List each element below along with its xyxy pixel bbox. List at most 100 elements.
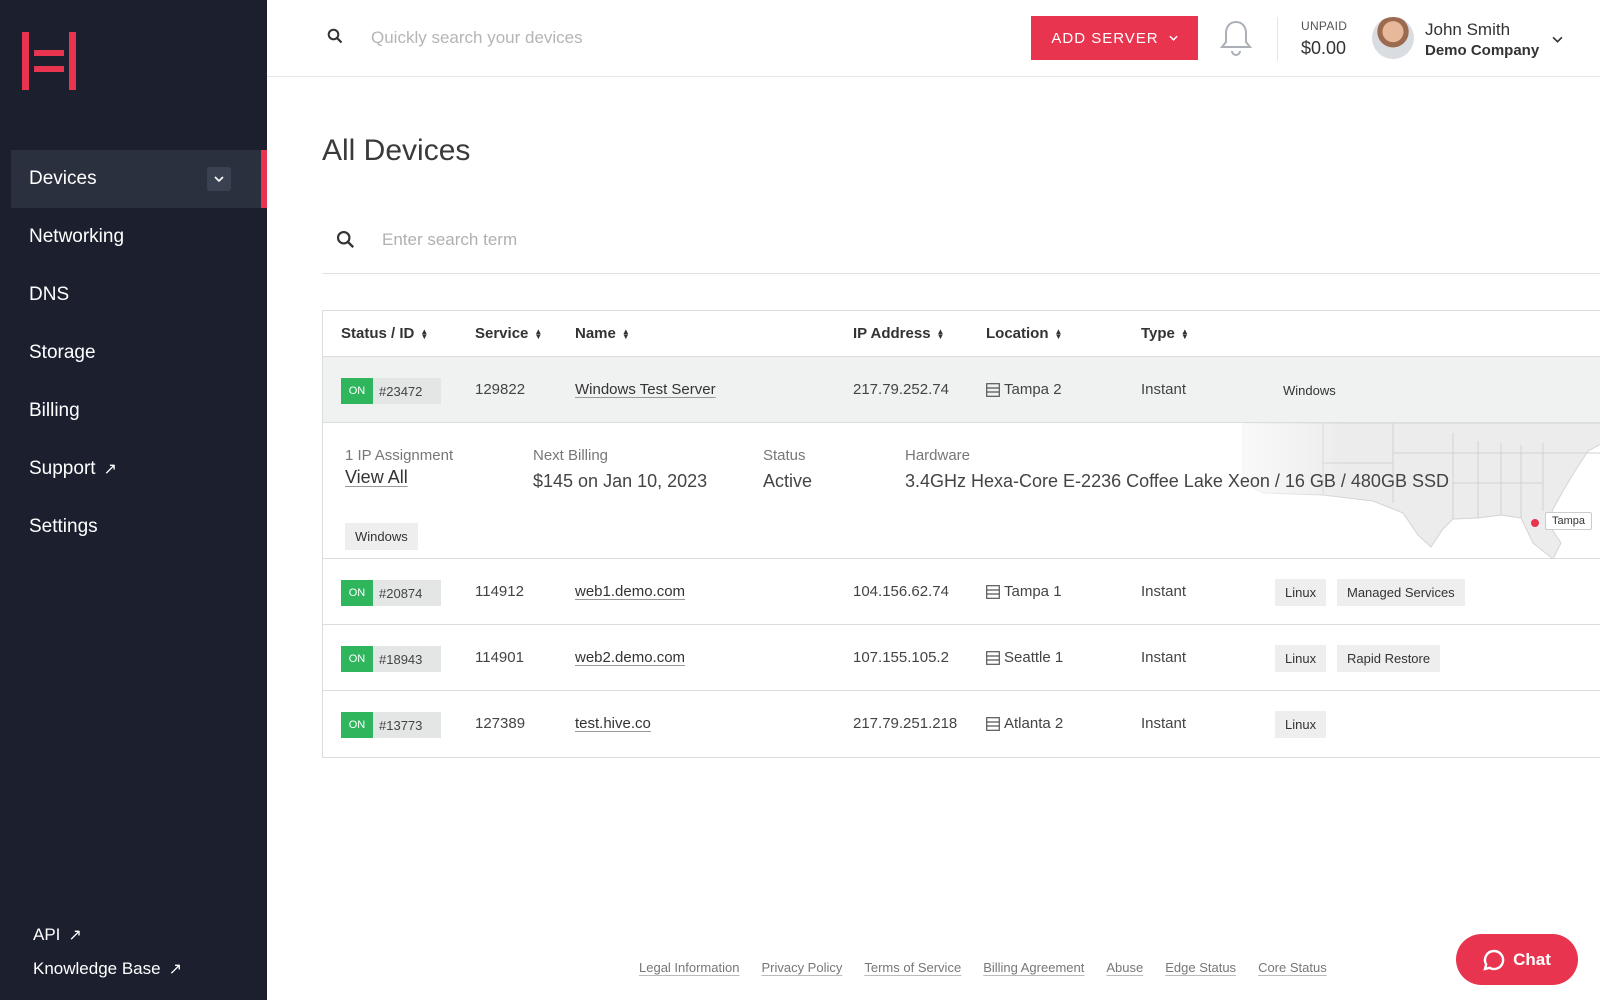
sidebar-item-dns[interactable]: DNS — [11, 266, 267, 324]
location-label: Atlanta 2 — [1004, 715, 1064, 732]
sort-icon: ▲ ▼ — [534, 326, 543, 341]
device-name-link[interactable]: test.hive.co — [575, 715, 651, 732]
chat-bubble-icon — [1483, 949, 1505, 971]
filter-search-input[interactable] — [382, 224, 1282, 256]
avatar[interactable] — [1372, 17, 1414, 59]
brand-logo-icon[interactable] — [22, 32, 80, 90]
device-id: #13773 — [379, 717, 423, 733]
map-marker-label: Tampa — [1545, 512, 1593, 530]
bell-icon[interactable] — [1219, 18, 1253, 63]
device-detail-panel: Tampa 1 IP Assignment View All Next Bill… — [323, 423, 1600, 559]
sidebar: Devices Networking DNS Storage Billing S… — [0, 0, 267, 1000]
api-link[interactable]: API ↗ — [33, 918, 182, 952]
table-row[interactable]: ON #18943 114901 web2.demo.com 107.155.1… — [323, 625, 1600, 691]
sidebar-nav: Devices Networking DNS Storage Billing S… — [11, 150, 267, 556]
edge-status-link[interactable]: Edge Status — [1165, 960, 1236, 975]
legal-information-link[interactable]: Legal Information — [639, 960, 739, 975]
device-name-link[interactable]: web2.demo.com — [575, 649, 685, 666]
os-tag: Windows — [1283, 383, 1336, 398]
api-link-label: API — [33, 925, 61, 944]
device-name-link[interactable]: Windows Test Server — [575, 381, 716, 398]
chat-label: Chat — [1513, 949, 1551, 969]
sidebar-item-label: Storage — [29, 342, 96, 363]
device-id: #20874 — [379, 585, 423, 601]
next-billing-label: Next Billing — [533, 447, 609, 464]
core-status-link[interactable]: Core Status — [1258, 960, 1327, 975]
os-tag: Linux — [1275, 579, 1327, 606]
sort-icon: ▲ ▼ — [936, 326, 945, 341]
os-tag: Windows — [345, 523, 418, 550]
column-header-location[interactable]: Location ▲ ▼ — [986, 325, 1062, 342]
chat-button[interactable]: Chat — [1456, 934, 1578, 985]
ip-address: 107.155.105.2 — [853, 649, 949, 666]
page-title: All Devices — [322, 134, 471, 167]
sidebar-item-support[interactable]: Support ↗ — [11, 440, 267, 498]
sidebar-item-settings[interactable]: Settings — [11, 498, 267, 556]
billing-agreement-link[interactable]: Billing Agreement — [983, 960, 1084, 975]
column-header-type[interactable]: Type ▲ ▼ — [1141, 325, 1189, 342]
sidebar-item-storage[interactable]: Storage — [11, 324, 267, 382]
service-tag: Rapid Restore — [1337, 645, 1441, 672]
chevron-down-icon[interactable] — [1552, 30, 1563, 48]
sidebar-item-label: Support — [29, 458, 96, 479]
column-header-ip-address[interactable]: IP Address ▲ ▼ — [853, 325, 944, 342]
status-badge: ON #23472 — [341, 378, 441, 404]
service-id: 127389 — [475, 715, 526, 732]
knowledge-base-link[interactable]: Knowledge Base ↗ — [33, 952, 182, 986]
location: Tampa 2 — [986, 381, 1062, 398]
sort-icon: ▲ ▼ — [621, 326, 630, 341]
status-value: Active — [763, 471, 813, 491]
terms-of-service-link[interactable]: Terms of Service — [864, 960, 961, 975]
sidebar-item-billing[interactable]: Billing — [11, 382, 267, 440]
view-all-ips-link[interactable]: View All — [345, 467, 408, 488]
sort-icon: ▲ ▼ — [420, 326, 429, 341]
column-header-service[interactable]: Service ▲ ▼ — [475, 325, 542, 342]
table-row[interactable]: ON #23472 129822 Windows Test Server 217… — [323, 357, 1600, 423]
devices-table: Status / ID ▲ ▼ Service ▲ ▼ Name ▲ ▼ IP Addres… — [322, 310, 1600, 758]
knowledge-base-link-label: Knowledge Base — [33, 959, 161, 978]
column-header-status-id[interactable]: Status / ID ▲ ▼ — [341, 325, 428, 342]
device-type: Instant — [1141, 583, 1187, 600]
sidebar-item-label: Networking — [29, 226, 125, 247]
sort-icon: ▲ ▼ — [1180, 326, 1189, 341]
unpaid-label: UNPAID — [1301, 19, 1348, 33]
user-name[interactable]: John Smith — [1425, 20, 1510, 40]
status-badge: ON #13773 — [341, 712, 441, 738]
ip-address: 104.156.62.74 — [853, 583, 949, 600]
column-header-label: Name — [575, 325, 616, 342]
server-icon — [986, 382, 1000, 397]
server-icon — [986, 584, 1000, 599]
table-row[interactable]: ON #20874 114912 web1.demo.com 104.156.6… — [323, 559, 1600, 625]
add-server-button[interactable]: ADD SERVER — [1031, 16, 1198, 60]
server-icon — [986, 650, 1000, 665]
external-link-icon: ↗ — [68, 927, 82, 944]
unpaid-amount[interactable]: $0.00 — [1301, 38, 1346, 59]
abuse-link[interactable]: Abuse — [1106, 960, 1143, 975]
device-id: #18943 — [379, 651, 423, 667]
user-company[interactable]: Demo Company — [1425, 42, 1539, 59]
hardware-value: 3.4GHz Hexa-Core E-2236 Coffee Lake Xeon… — [905, 471, 1449, 491]
status-on-label: ON — [341, 580, 373, 606]
device-search-input[interactable] — [371, 22, 931, 54]
device-name-link[interactable]: web1.demo.com — [575, 583, 685, 600]
chevron-down-icon[interactable] — [207, 167, 231, 191]
status-on-label: ON — [341, 712, 373, 738]
column-header-name[interactable]: Name ▲ ▼ — [575, 325, 630, 342]
column-header-label: Type — [1141, 325, 1175, 342]
privacy-policy-link[interactable]: Privacy Policy — [761, 960, 842, 975]
location-label: Tampa 2 — [1004, 381, 1062, 398]
sidebar-bottom-links: API ↗ Knowledge Base ↗ — [33, 918, 182, 986]
sidebar-item-label: Settings — [29, 516, 98, 537]
column-header-label: IP Address — [853, 325, 931, 342]
table-header: Status / ID ▲ ▼ Service ▲ ▼ Name ▲ ▼ IP Addres… — [323, 311, 1600, 357]
sidebar-item-devices[interactable]: Devices — [11, 150, 267, 208]
sidebar-item-networking[interactable]: Networking — [11, 208, 267, 266]
service-tag: Managed Services — [1337, 579, 1465, 606]
column-header-label: Status / ID — [341, 325, 415, 342]
table-row[interactable]: ON #13773 127389 test.hive.co 217.79.251… — [323, 691, 1600, 757]
device-type: Instant — [1141, 381, 1187, 398]
device-type: Instant — [1141, 715, 1187, 732]
service-id: 129822 — [475, 381, 526, 398]
footer-links: Legal Information Privacy Policy Terms o… — [639, 960, 1327, 975]
location-label: Seattle 1 — [1004, 649, 1064, 666]
